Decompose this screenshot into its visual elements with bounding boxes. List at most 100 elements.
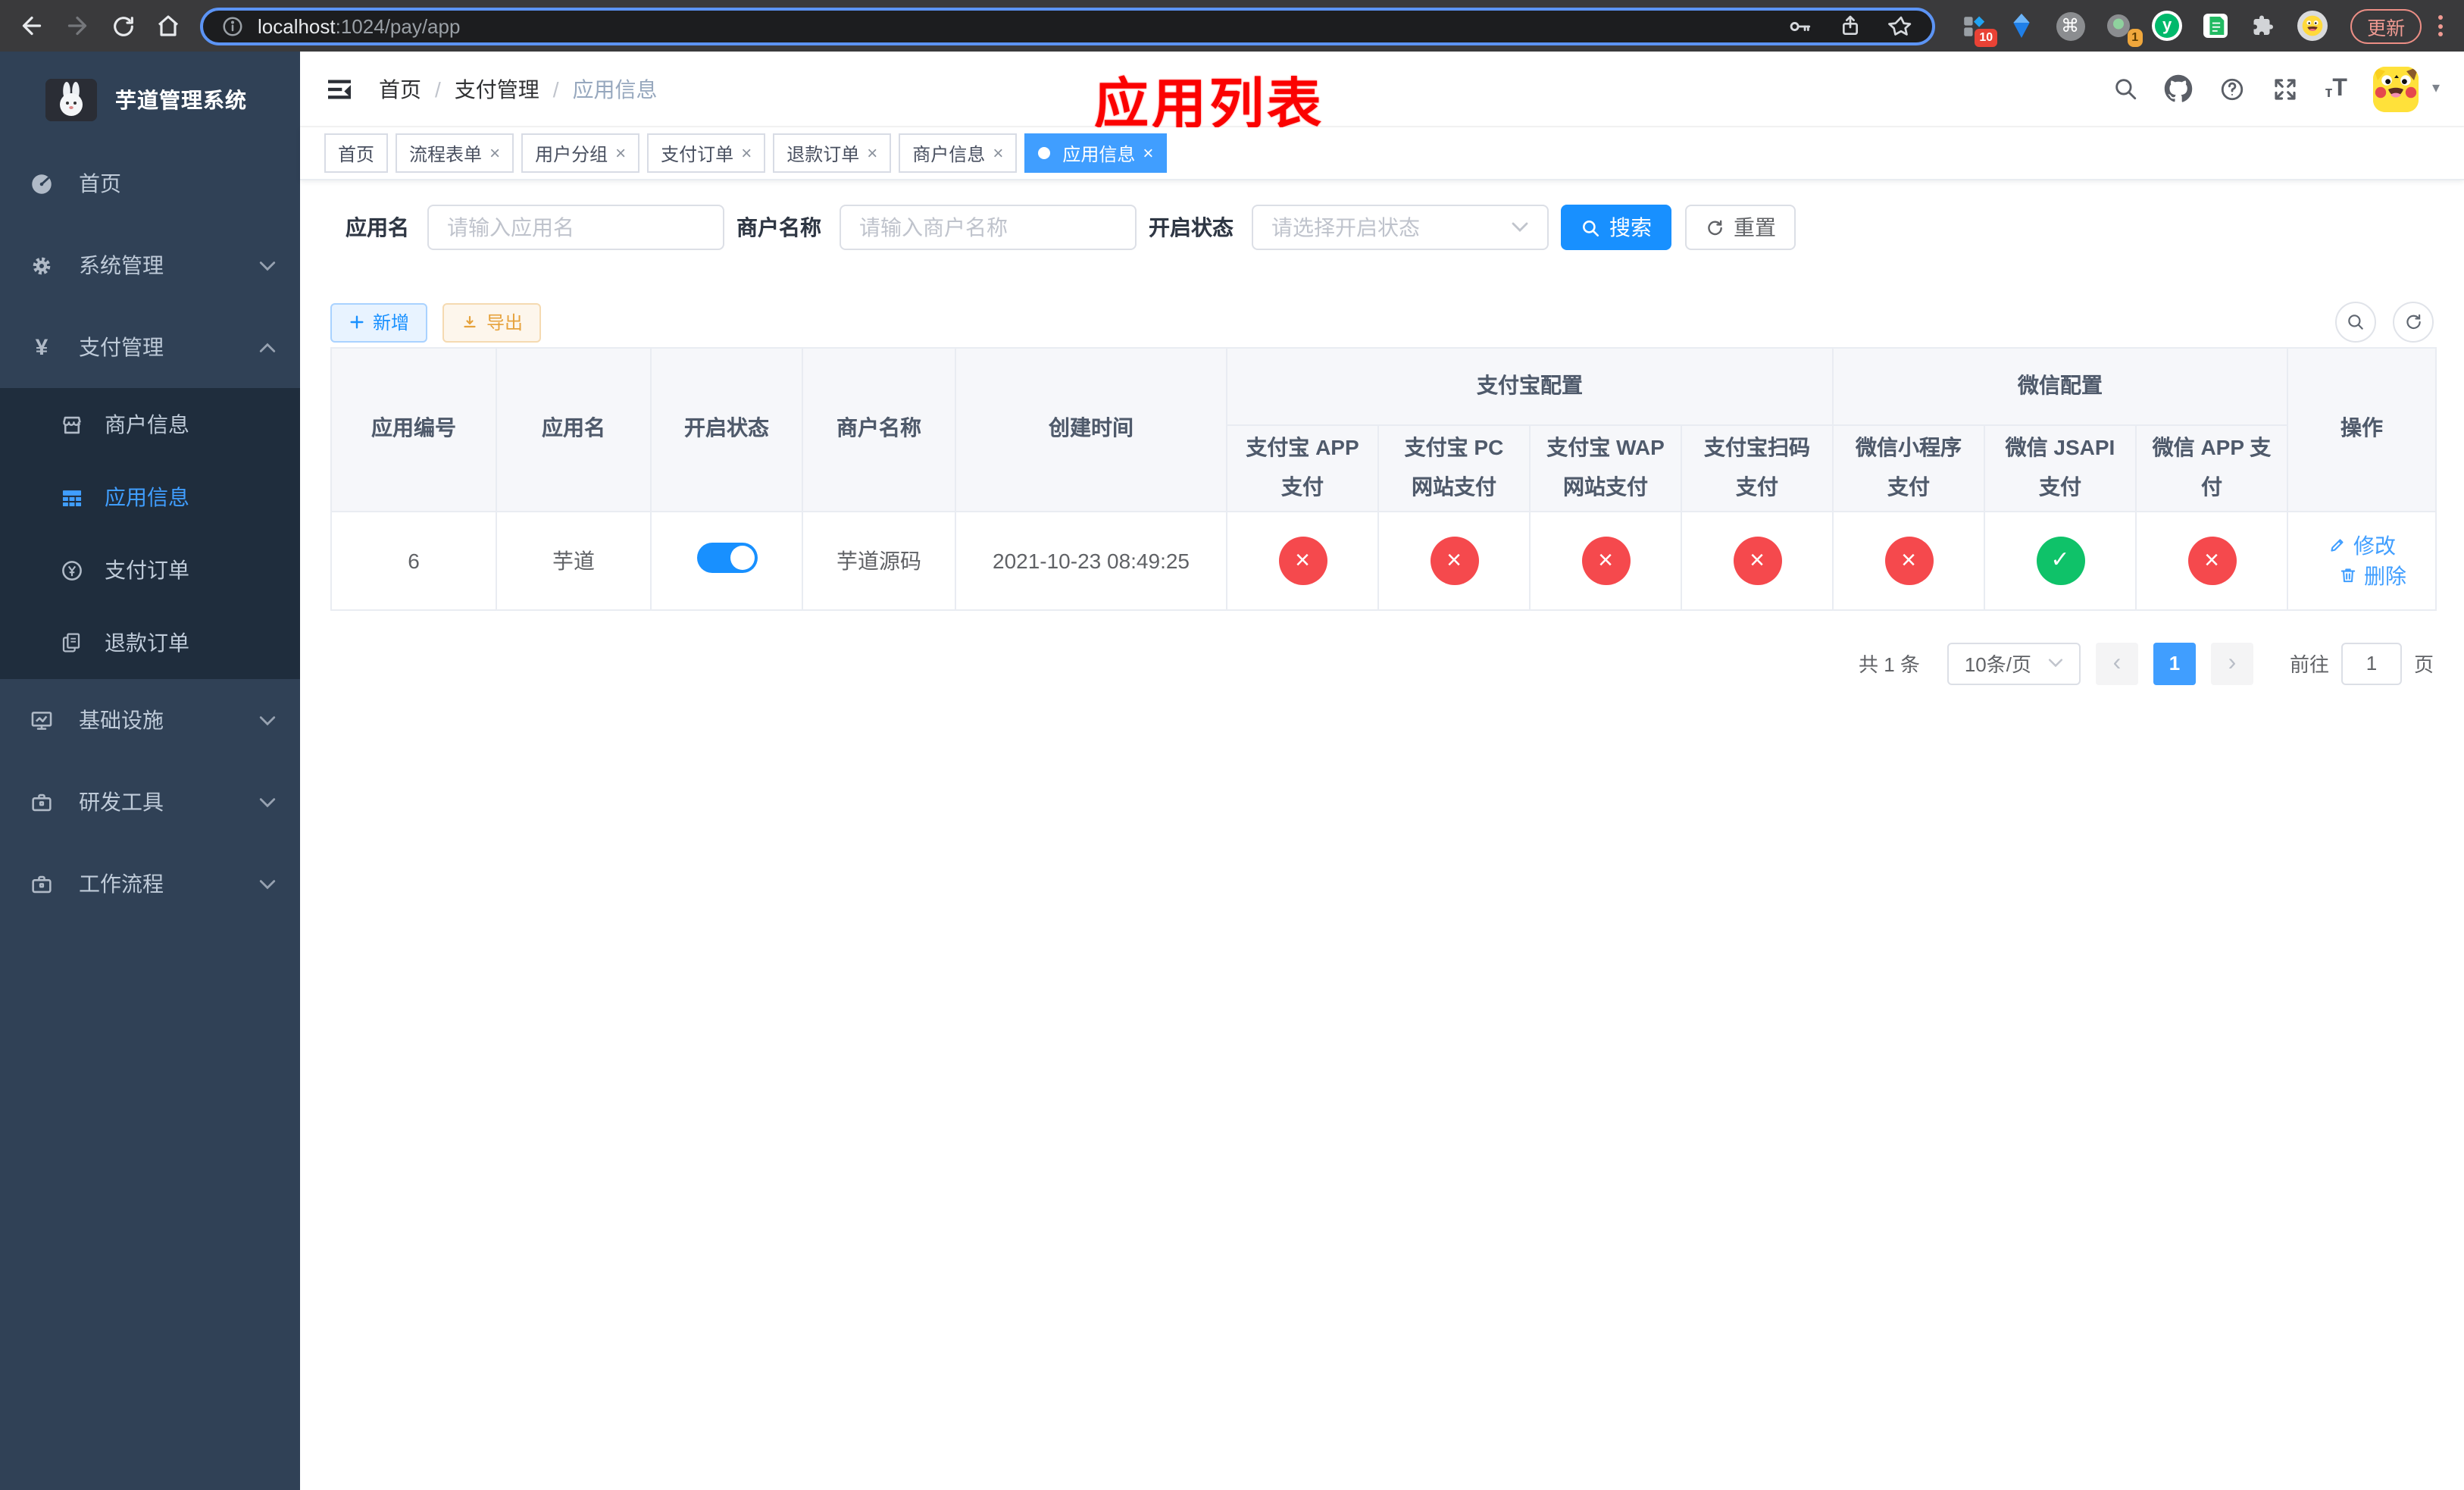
tab-app-info[interactable]: 应用信息 × xyxy=(1024,133,1168,173)
page-size-select[interactable]: 10条/页 xyxy=(1946,642,2081,685)
col-header-merchant: 商户名称 xyxy=(802,347,956,512)
close-icon[interactable]: × xyxy=(993,144,1003,162)
status-select[interactable]: 请选择开启状态 xyxy=(1252,205,1549,250)
update-label: 更新 xyxy=(2367,17,2406,39)
alipay-qr-status-icon: × xyxy=(1733,536,1781,585)
sidebar-item-label: 工作流程 xyxy=(79,872,164,896)
sidebar-item-dev-tools[interactable]: 研发工具 xyxy=(0,761,300,843)
refresh-table-button[interactable] xyxy=(2393,302,2434,343)
site-info-icon[interactable] xyxy=(221,14,244,37)
user-avatar[interactable] xyxy=(2372,66,2419,111)
alipay-app-status-icon: × xyxy=(1278,536,1327,585)
forward-icon xyxy=(67,16,87,36)
browser-forward-button[interactable] xyxy=(58,6,97,45)
col-header-app-id: 应用编号 xyxy=(330,347,497,512)
close-icon[interactable]: × xyxy=(489,144,500,162)
sidebar-logo[interactable]: 芋道管理系统 xyxy=(0,52,300,142)
screen: localhost:1024/pay/app 10 ⌘ 1 y 更新 芋道管理系… xyxy=(0,0,2464,1490)
dashboard-icon xyxy=(27,171,56,196)
sidebar-item-system[interactable]: 系统管理 xyxy=(0,224,300,306)
breadcrumb-home[interactable]: 首页 xyxy=(379,74,421,104)
sidebar-item-merchant-info[interactable]: 商户信息 xyxy=(0,388,300,461)
current-page[interactable]: 1 xyxy=(2153,642,2196,685)
sidebar-collapse-button[interactable] xyxy=(324,74,355,104)
fullscreen-icon[interactable] xyxy=(2272,75,2300,102)
app-name-input[interactable] xyxy=(427,205,724,250)
browser-profile-avatar[interactable] xyxy=(2297,11,2328,41)
extension-proxy-icon[interactable]: 1 xyxy=(2103,11,2143,47)
tab-payment-order[interactable]: 支付订单 × xyxy=(647,133,766,173)
grid-table-icon xyxy=(58,484,85,510)
close-icon[interactable]: × xyxy=(615,144,626,162)
prev-icon: ‹ xyxy=(2112,650,2122,676)
extension-gem-icon[interactable] xyxy=(2006,11,2037,41)
url-host: localhost xyxy=(258,14,336,37)
extension-notes-icon[interactable] xyxy=(2200,11,2231,41)
tab-home[interactable]: 首页 xyxy=(324,133,389,173)
password-key-icon[interactable] xyxy=(1787,13,1812,39)
page-content: 应用名 商户名称 开启状态 请选择开启状态 搜索 xyxy=(300,180,2464,685)
font-size-icon[interactable]: тT xyxy=(2325,76,2347,101)
cell-created: 2021-10-23 08:49:25 xyxy=(955,510,1227,611)
home-icon xyxy=(158,15,179,36)
chevron-down-icon xyxy=(1511,221,1529,233)
sidebar-item-workflow[interactable]: 工作流程 xyxy=(0,843,300,925)
cell-merchant: 芋道源码 xyxy=(802,510,956,611)
next-page-button[interactable]: › xyxy=(2210,642,2253,685)
delete-link[interactable]: 删除 xyxy=(2338,561,2406,591)
wechat-app-status-icon: × xyxy=(2187,536,2236,585)
breadcrumb-payment[interactable]: 支付管理 xyxy=(455,74,539,104)
header-search-icon[interactable] xyxy=(2113,76,2139,102)
browser-menu-button[interactable] xyxy=(2428,9,2452,42)
col-header-app-name: 应用名 xyxy=(496,347,652,512)
close-icon[interactable]: × xyxy=(741,144,752,162)
col-header-alipay-qr: 支付宝扫码支付 xyxy=(1681,424,1834,512)
browser-back-button[interactable] xyxy=(12,6,52,45)
tab-merchant-info[interactable]: 商户信息 × xyxy=(899,133,1018,173)
table-toolbar: 新增 导出 xyxy=(330,302,2434,343)
payment-submenu: 商户信息 应用信息 支付订单 退款订单 xyxy=(0,388,300,679)
add-button[interactable]: 新增 xyxy=(330,302,428,342)
wechat-jsapi-status-icon: ✓ xyxy=(2036,536,2084,585)
sidebar-item-payment[interactable]: ¥ 支付管理 xyxy=(0,306,300,388)
help-icon[interactable] xyxy=(2219,75,2247,102)
sidebar-item-infrastructure[interactable]: 基础设施 xyxy=(0,679,300,761)
goto-page-input[interactable] xyxy=(2340,642,2402,685)
status-label: 开启状态 xyxy=(1149,215,1234,239)
toggle-search-button[interactable] xyxy=(2335,302,2376,343)
reset-button[interactable]: 重置 xyxy=(1685,205,1796,250)
browser-home-button[interactable] xyxy=(149,6,188,45)
cell-app-name: 芋道 xyxy=(496,510,652,611)
browser-update-button[interactable]: 更新 xyxy=(2350,8,2422,43)
extension-yuque-icon[interactable]: y xyxy=(2152,11,2183,41)
search-button[interactable]: 搜索 xyxy=(1561,205,1671,250)
github-icon[interactable] xyxy=(2165,74,2194,103)
share-icon[interactable] xyxy=(1838,14,1862,38)
status-toggle[interactable] xyxy=(696,543,757,574)
sidebar-item-home[interactable]: 首页 xyxy=(0,142,300,224)
bookmark-star-icon[interactable] xyxy=(1888,13,1914,39)
address-bar[interactable]: localhost:1024/pay/app xyxy=(200,7,1936,45)
extension-command-icon[interactable]: ⌘ xyxy=(2055,11,2085,41)
merchant-name-label: 商户名称 xyxy=(736,215,821,239)
prev-page-button[interactable]: ‹ xyxy=(2095,642,2138,685)
browser-reload-button[interactable] xyxy=(103,6,142,45)
tab-refund-order[interactable]: 退款订单 × xyxy=(773,133,892,173)
search-icon xyxy=(2348,315,2363,330)
close-icon[interactable]: × xyxy=(867,144,877,162)
refresh-icon xyxy=(1708,219,1722,235)
close-icon[interactable]: × xyxy=(1143,144,1153,162)
sidebar-item-payment-order[interactable]: 支付订单 xyxy=(0,534,300,606)
sidebar-item-refund-order[interactable]: 退款订单 xyxy=(0,606,300,679)
extensions-puzzle-icon[interactable] xyxy=(2249,11,2279,41)
export-button[interactable]: 导出 xyxy=(442,302,542,342)
group-header-wechat: 微信配置 xyxy=(1831,347,2289,426)
tab-process-form[interactable]: 流程表单 × xyxy=(396,133,514,173)
merchant-name-input[interactable] xyxy=(840,205,1137,250)
avatar-caret-icon[interactable]: ▾ xyxy=(2432,80,2440,97)
sidebar-item-app-info[interactable]: 应用信息 xyxy=(0,461,300,534)
edit-link[interactable]: 修改 xyxy=(2328,531,2396,561)
app-name-label: 应用名 xyxy=(346,215,409,239)
tab-user-group[interactable]: 用户分组 × xyxy=(521,133,640,173)
extension-grid-icon[interactable]: 10 xyxy=(1958,11,1998,47)
